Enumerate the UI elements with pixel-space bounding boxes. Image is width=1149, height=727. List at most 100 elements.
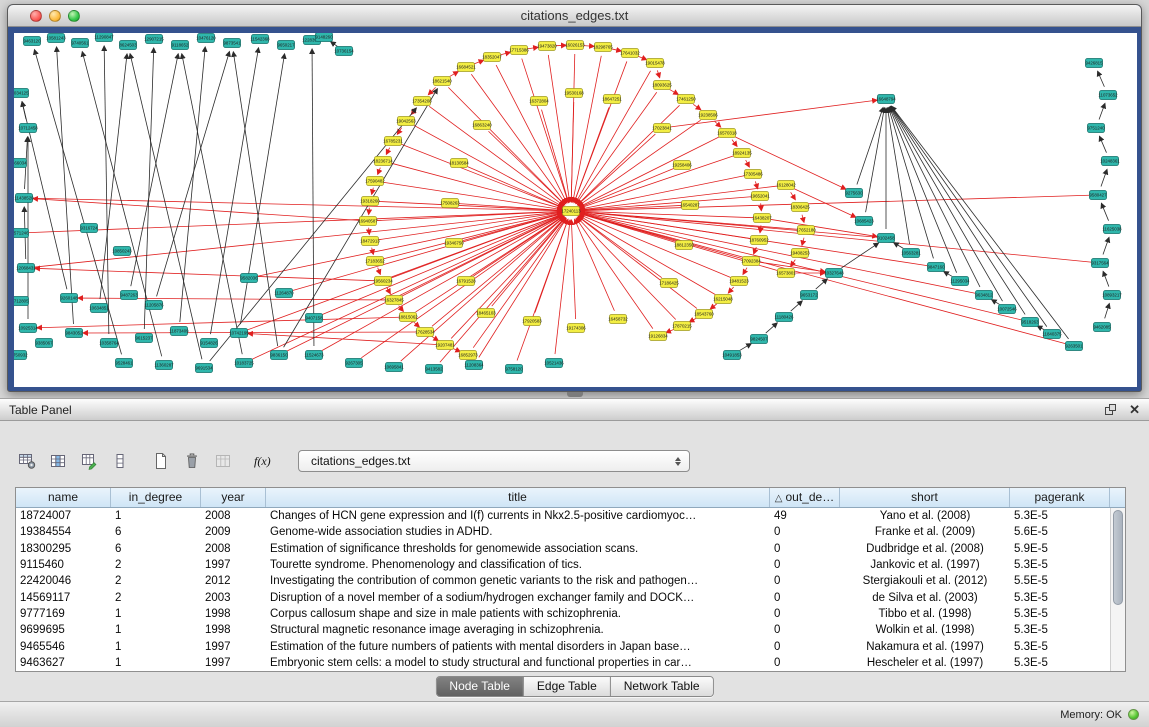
graph-node[interactable]: 9034125 [14,89,29,98]
graph-edge[interactable] [1101,203,1108,220]
graph-node[interactable]: 9751240 [1087,124,1105,133]
table-row[interactable]: 2242004622012Investigating the contribut… [16,573,1125,589]
graph-edge[interactable] [157,52,230,297]
graph-edge[interactable] [710,304,716,309]
window-resize-grip[interactable] [567,392,583,397]
graph-node[interactable]: 9462085 [1093,323,1111,332]
graph-node[interactable]: 16940587 [358,217,378,226]
graph-node[interactable]: 11524673 [304,351,324,360]
zoom-window-button[interactable] [68,10,80,22]
graph-edge[interactable] [35,212,562,267]
graph-edge[interactable] [453,348,461,351]
graph-edge[interactable] [1105,304,1110,319]
graph-node[interactable]: 17920583 [522,317,542,326]
graph-node[interactable]: 16863240 [472,121,492,130]
graph-edge[interactable] [1100,136,1107,152]
graph-edge[interactable] [517,219,568,360]
graph-edge[interactable] [379,201,562,210]
graph-node[interactable]: 19652041 [750,192,770,201]
network-selector[interactable]: citations_edges.txt [298,450,690,472]
graph-node[interactable]: 16372804 [529,97,549,106]
graph-node[interactable]: 10563281 [901,249,921,258]
graph-node[interactable]: 16573801 [776,269,796,278]
graph-edge[interactable] [450,72,458,77]
graph-node[interactable]: 10634851 [89,304,109,313]
graph-node[interactable]: 17023841 [652,124,672,133]
graph-node[interactable]: 9824507 [750,335,768,344]
graph-node[interactable]: 9873541 [223,39,241,48]
row-options-icon[interactable] [107,448,133,474]
cell-in-degree[interactable]: 6 [111,543,201,555]
graph-node[interactable]: 19042563 [396,117,416,126]
graph-edge[interactable] [33,198,562,211]
graph-node[interactable]: 17183652 [365,257,385,266]
close-window-button[interactable] [30,10,42,22]
scrollbar-thumb[interactable] [1113,510,1123,605]
graph-edge[interactable] [322,215,563,350]
graph-node[interactable]: 19318260 [360,197,380,206]
table-row[interactable]: 969969511998Structural magnetic resonanc… [16,622,1125,638]
graph-node[interactable]: 10358764 [99,339,119,348]
graph-node[interactable]: 18298765 [593,43,613,52]
graph-edge[interactable] [83,332,416,333]
graph-edge[interactable] [387,287,391,293]
graph-edge[interactable] [666,329,674,332]
cell-in-degree[interactable]: 2 [111,592,201,604]
graph-node[interactable]: 16570318 [717,129,737,138]
graph-node[interactable]: 10327648 [824,269,844,278]
cell-title[interactable]: Tourette syndrome. Phenomenology and cla… [266,559,770,571]
cell-name[interactable]: 9699695 [16,624,111,636]
graph-edge[interactable] [180,47,205,322]
cell-short[interactable]: Franke et al. (2009) [840,526,1010,538]
graph-node[interactable]: 10695841 [384,363,404,372]
edit-table-icon[interactable] [76,448,102,474]
column-header-year[interactable]: year [201,488,266,507]
graph-edge[interactable] [35,268,374,280]
graph-edge[interactable] [816,279,827,289]
graph-node[interactable]: 11542368 [250,35,270,44]
graph-node[interactable]: 10248361 [1100,157,1120,166]
graph-edge[interactable] [548,55,569,202]
graph-edge[interactable] [740,344,752,351]
graph-edge[interactable] [571,102,574,202]
cell-out-degree[interactable]: 0 [770,641,840,653]
cell-pagerank[interactable]: 5.3E-5 [1010,510,1110,522]
graph-node[interactable]: 9843052 [65,329,83,338]
graph-node[interactable]: 9148260 [315,33,333,42]
cell-name[interactable]: 18300295 [16,543,111,555]
graph-edge[interactable] [576,92,656,203]
tab-node-table[interactable]: Node Table [436,677,523,696]
graph-node[interactable]: 10742195 [229,329,249,338]
graph-edge[interactable] [889,107,956,272]
graph-node[interactable]: 9615237 [135,334,153,343]
column-header-pagerank[interactable]: pagerank [1010,488,1110,507]
graph-edge[interactable] [555,220,570,354]
graph-node[interactable]: 9102458 [877,234,895,243]
graph-node[interactable]: 17628534 [415,328,435,337]
graph-edge[interactable] [100,54,127,299]
cell-pagerank[interactable]: 5.3E-5 [1010,592,1110,604]
graph-edge[interactable] [401,217,564,361]
graph-node[interactable]: 9317564 [1091,259,1109,268]
graph-node[interactable]: 11873409 [169,327,189,336]
graph-node[interactable]: 11264870 [274,289,294,298]
graph-edge[interactable] [1098,71,1105,87]
graph-node[interactable]: 12907215 [144,35,164,44]
graph-edge[interactable] [144,48,153,329]
graph-node[interactable]: 19346750 [444,239,464,248]
graph-edge[interactable] [579,216,715,295]
graph-node[interactable]: 9407158 [305,314,323,323]
cell-short[interactable]: Jankovic et al. (1997) [840,559,1010,571]
graph-edge[interactable] [944,272,952,277]
cell-short[interactable]: Dudbridge et al. (2008) [840,543,1010,555]
graph-node[interactable]: 16438207 [752,214,772,223]
graph-node[interactable]: 9758120 [505,365,523,374]
graph-edge[interactable] [501,52,511,54]
cell-pagerank[interactable]: 5.3E-5 [1010,559,1110,571]
graph-edge[interactable] [312,49,314,346]
graph-edge[interactable] [432,336,439,340]
graph-node[interactable]: 17508263 [440,199,460,208]
cell-year[interactable]: 1998 [201,608,266,620]
cell-short[interactable]: Yano et al. (2008) [840,510,1010,522]
graph-edge[interactable] [670,90,678,95]
